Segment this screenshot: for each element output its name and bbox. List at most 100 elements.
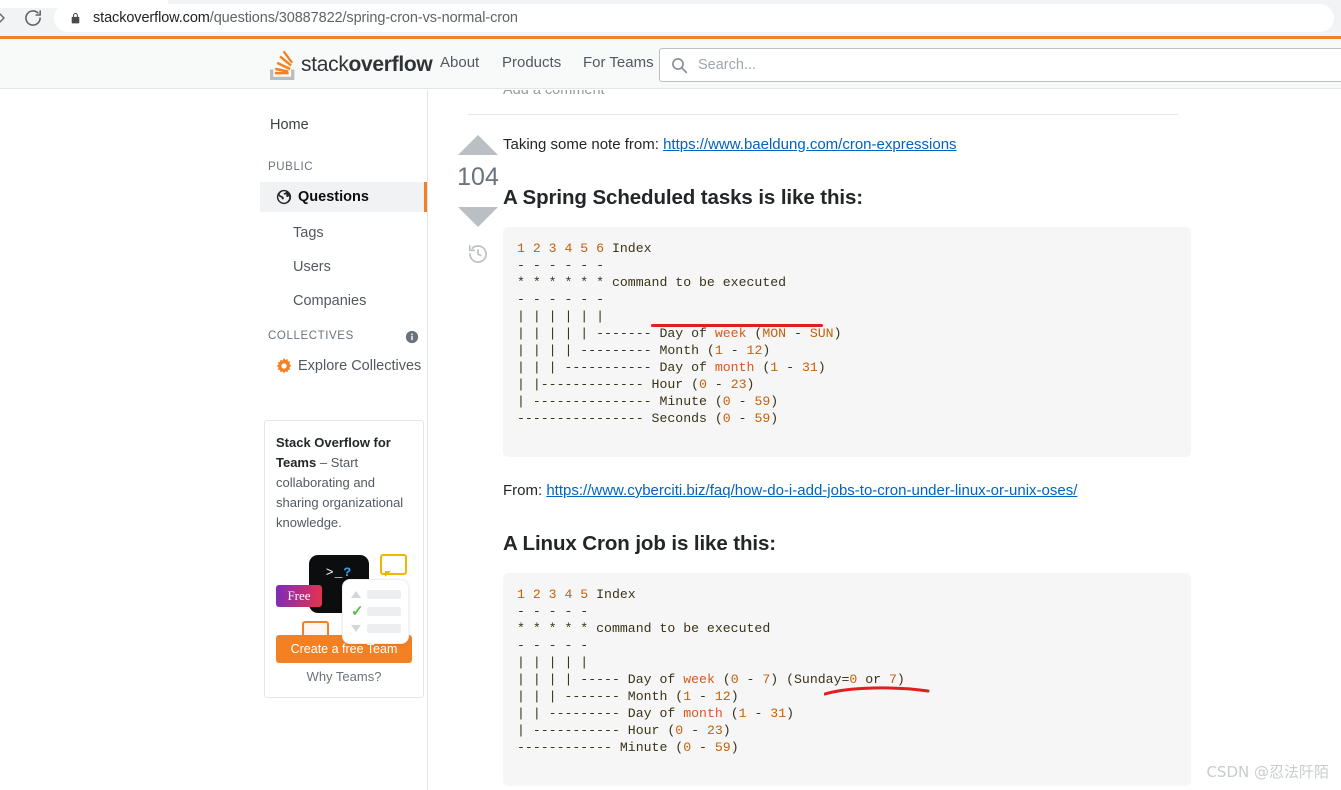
stackoverflow-logo-text: stackoverflow	[301, 53, 433, 77]
code-token: (	[754, 360, 771, 375]
left-gutter	[0, 90, 260, 790]
code-token: )	[762, 343, 771, 358]
sidebar-item-users[interactable]: Users	[260, 252, 427, 282]
nav-item-products[interactable]: Products	[502, 54, 561, 71]
code-token: )	[770, 411, 779, 426]
down-arrow-icon	[351, 625, 361, 632]
code-token: -	[778, 360, 802, 375]
code-token: - - - - -	[517, 604, 589, 619]
why-teams-link[interactable]: Why Teams?	[265, 669, 423, 684]
sidebar-item-home[interactable]: Home	[270, 117, 309, 133]
code-token: 7	[889, 672, 897, 687]
code-token: 1	[770, 360, 779, 375]
code-token: - - - - - -	[517, 292, 605, 307]
sidebar-item-explore-collectives[interactable]: Explore Collectives	[260, 351, 427, 381]
sidebar-item-questions[interactable]: Questions	[260, 182, 427, 212]
info-icon[interactable]	[405, 330, 419, 344]
code-token: or	[857, 672, 889, 687]
add-comment-link[interactable]: Add a comment	[503, 90, 605, 98]
code-token: -	[706, 377, 731, 392]
code-token: | | | | | ------- Day of	[517, 326, 715, 341]
browser-chrome: stackoverflow.com/questions/30887822/spr…	[0, 0, 1341, 36]
code-token: MON	[762, 326, 787, 341]
code-token: 0	[730, 672, 739, 687]
yellow-speech-bubble-icon	[380, 554, 407, 577]
search-bar[interactable]	[659, 48, 1341, 82]
teams-promo-card: Stack Overflow for Teams – Start collabo…	[264, 420, 424, 698]
search-input[interactable]	[696, 56, 1300, 74]
code-token: )	[722, 723, 731, 738]
sidebar-item-companies[interactable]: Companies	[260, 286, 427, 316]
code-token: 1 2 3 4 5	[517, 587, 589, 602]
csdn-watermark: CSDN @忍法阡陌	[1206, 763, 1329, 781]
code-token: | | | ----------- Day of	[517, 360, 715, 375]
placeholder-bar	[367, 590, 401, 599]
code-token: | --------------- Minute (	[517, 394, 723, 409]
code-token: (	[714, 672, 731, 687]
list-panel-graphic: ✓	[343, 580, 408, 643]
code-token: week	[714, 326, 747, 341]
sidebar-item-tags[interactable]: Tags	[260, 218, 427, 248]
free-badge: Free	[276, 585, 322, 607]
code-token: 59	[754, 394, 771, 409]
code-token: * * * * * command to be executed	[517, 621, 771, 636]
code-token: -	[691, 689, 715, 704]
globe-icon	[260, 189, 298, 205]
code-token: (	[722, 706, 739, 721]
heading-linux: A Linux Cron job is like this:	[503, 532, 777, 555]
linux-cron-code: 1 2 3 4 5 Index - - - - - * * * * * comm…	[517, 587, 905, 755]
code-token: 12	[714, 689, 731, 704]
code-token: ) (Sunday=	[770, 672, 850, 687]
code-token: 12	[746, 343, 763, 358]
code-token: 0	[699, 377, 707, 392]
revision-history-icon[interactable]	[467, 243, 489, 265]
code-token: * * * * * * command to be executed	[517, 275, 787, 290]
code-token: 59	[754, 411, 771, 426]
code-token: - - - - -	[517, 638, 589, 653]
code-token: -	[786, 326, 810, 341]
spring-cron-code-block: 1 2 3 4 5 6 Index - - - - - - * * * * * …	[503, 227, 1191, 457]
reload-icon[interactable]	[23, 8, 43, 28]
list-row-graphic	[351, 624, 401, 633]
code-token: 1	[683, 689, 692, 704]
code-token: | ----------- Hour (	[517, 723, 676, 738]
baeldung-link[interactable]: https://www.baeldung.com/cron-expression…	[663, 136, 956, 153]
code-token: 0	[683, 740, 692, 755]
code-token: 1 2 3 4 5 6	[517, 241, 605, 256]
code-token: -	[730, 394, 755, 409]
nav-item-about[interactable]: About	[440, 54, 479, 71]
check-icon: ✓	[351, 603, 364, 620]
teams-promo-text: Stack Overflow for Teams – Start collabo…	[276, 433, 412, 533]
intro-prefix: Taking some note from:	[503, 136, 664, 153]
url-path: /questions/30887822/spring-cron-vs-norma…	[209, 10, 518, 26]
logo-text-light: stack	[301, 53, 349, 76]
code-token: 1	[714, 343, 723, 358]
code-token: )	[833, 326, 842, 341]
up-arrow-icon	[351, 591, 361, 598]
vote-down-arrow-icon[interactable]	[458, 207, 498, 227]
placeholder-bar	[367, 624, 401, 633]
code-token: | |------------- Hour (	[517, 377, 700, 392]
back-arrow-icon[interactable]	[0, 10, 10, 26]
sidebar-section-public: PUBLIC	[268, 161, 314, 173]
vote-up-arrow-icon[interactable]	[458, 135, 498, 155]
nav-item-for-teams[interactable]: For Teams	[583, 54, 654, 71]
spring-cron-code: 1 2 3 4 5 6 Index - - - - - - * * * * * …	[517, 241, 842, 426]
vote-controls: 104	[453, 135, 503, 265]
stackoverflow-logo[interactable]: stackoverflow	[270, 48, 433, 82]
list-row-graphic	[351, 590, 401, 599]
post-body: Taking some note from: https://www.baeld…	[503, 135, 1203, 790]
address-bar[interactable]: stackoverflow.com/questions/30887822/spr…	[54, 4, 1334, 32]
code-token: -	[683, 723, 707, 738]
code-token: ---------------- Seconds (	[517, 411, 723, 426]
code-token: ------------ Minute (	[517, 740, 684, 755]
code-token: 0	[722, 394, 731, 409]
code-token: month	[714, 360, 755, 375]
code-token: | | | ------- Month (	[517, 689, 684, 704]
code-token: )	[730, 740, 739, 755]
post-divider	[468, 114, 1178, 115]
sidebar-item-label: Companies	[293, 293, 367, 309]
code-token: )	[896, 672, 905, 687]
vote-count: 104	[457, 163, 499, 191]
cyberciti-link[interactable]: https://www.cyberciti.biz/faq/how-do-i-a…	[546, 482, 1077, 499]
